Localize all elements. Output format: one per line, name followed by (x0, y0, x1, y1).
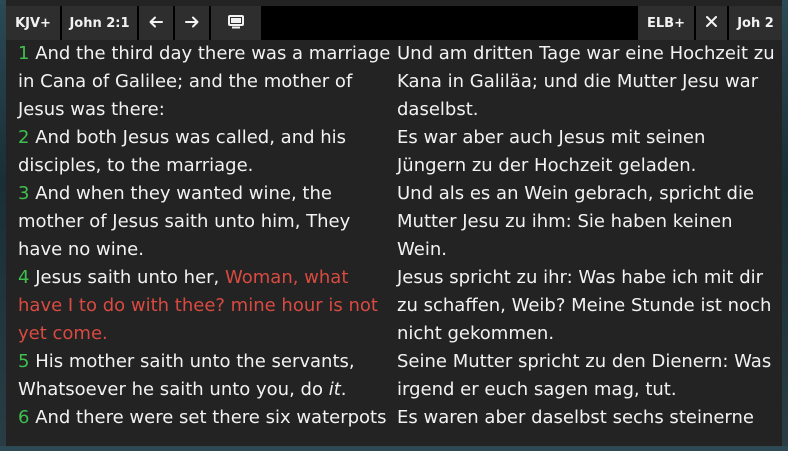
background-right-edge (782, 0, 788, 451)
kjv-column: 1 And the third day there was a marriage… (18, 40, 391, 432)
verse-4-de: Jesus spricht zu ihr: Was habe ich mit d… (397, 267, 772, 344)
verse-number[interactable]: 3 (18, 183, 29, 204)
background-bottom-edge (0, 446, 788, 451)
verse-number[interactable]: 4 (18, 267, 29, 288)
verse-number[interactable]: 6 (18, 407, 29, 428)
close-button[interactable] (696, 6, 727, 40)
verse-3-de: Und als es an Wein gebrach, spricht die … (397, 183, 755, 260)
verse-3: 3 And when they wanted wine, the mother … (18, 180, 391, 264)
verse-6-de: Es waren aber daselbst sechs steinerne (397, 407, 754, 428)
back-button[interactable] (139, 6, 173, 40)
verse-punctuation: . (340, 379, 347, 400)
verse-5-de: Seine Mutter spricht zu den Dienern: Was… (397, 351, 772, 400)
right-version-button[interactable]: ELB+ (638, 6, 694, 40)
reference-button[interactable]: John 2:1 (62, 6, 137, 40)
monitor-icon (228, 14, 244, 32)
left-version-button[interactable]: KJV+ (6, 6, 60, 40)
verse-1: 1 And the third day there was a marriage… (18, 40, 391, 124)
verse-2-de: Es war aber auch Jesus mit seinen Jünger… (397, 127, 706, 176)
toolbar: KJV+ John 2:1 ELB+ Joh 2 (6, 6, 782, 40)
arrow-right-icon (185, 16, 199, 31)
verse-text: His mother saith unto the servants, What… (18, 351, 355, 400)
display-mode-button[interactable] (211, 6, 261, 40)
forward-button[interactable] (175, 6, 209, 40)
verse-text: And there were set there six waterpots (35, 407, 387, 428)
verse-4: 4 Jesus saith unto her, Woman, what have… (18, 264, 391, 348)
verse-text: And both Jesus was called, and his disci… (18, 127, 347, 176)
verse-text: And the third day there was a marriage i… (18, 43, 391, 120)
verse-number[interactable]: 1 (18, 43, 29, 64)
verse-6: 6 And there were set there six waterpots (18, 404, 391, 432)
verse-5: 5 His mother saith unto the servants, Wh… (18, 348, 391, 404)
verse-2: 2 And both Jesus was called, and his dis… (18, 124, 391, 180)
arrow-left-icon (149, 16, 163, 31)
right-reference-button[interactable]: Joh 2 (729, 6, 782, 40)
close-icon (706, 16, 717, 30)
elb-column: Und am dritten Tage war eine Hochzeit zu… (397, 40, 777, 432)
verse-text: And when they wanted wine, the mother of… (18, 183, 351, 260)
verse-1-de: Und am dritten Tage war eine Hochzeit zu… (397, 43, 775, 120)
parallel-bible-view: 1 And the third day there was a marriage… (6, 40, 782, 446)
italic-word: it (328, 379, 341, 400)
verse-text: Jesus saith unto her, (35, 267, 220, 288)
toolbar-spacer (263, 6, 636, 40)
verse-number[interactable]: 2 (18, 127, 29, 148)
verse-number[interactable]: 5 (18, 351, 29, 372)
